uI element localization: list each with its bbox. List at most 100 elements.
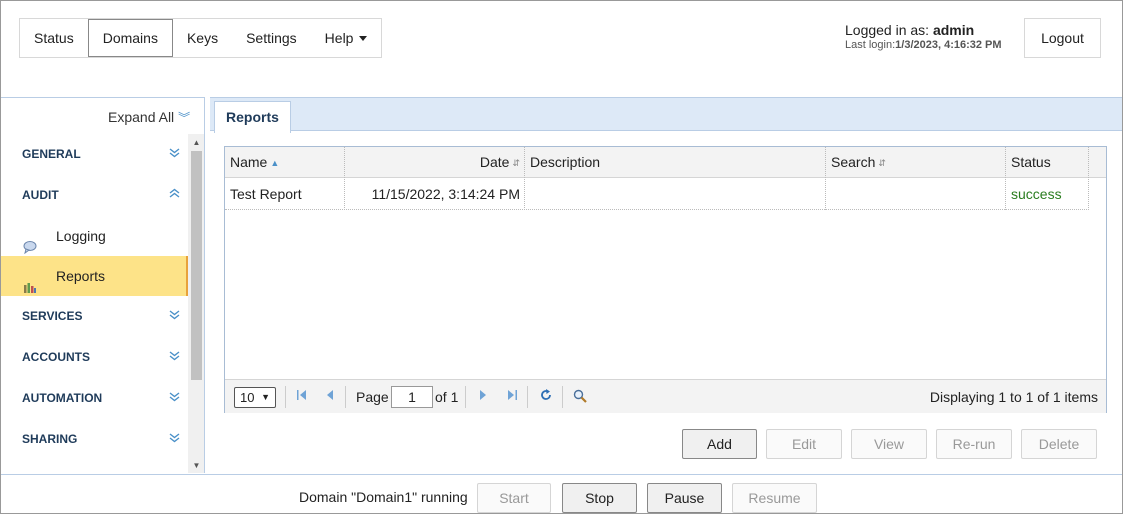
refresh-icon[interactable] xyxy=(540,389,552,404)
page-size-select[interactable]: 10 ▼ xyxy=(234,387,276,408)
menu-status[interactable]: Status xyxy=(20,19,88,57)
speech-bubble-icon xyxy=(23,229,37,255)
tab-bar: Reports xyxy=(210,97,1122,133)
last-login-prefix: Last login: xyxy=(845,39,896,51)
cell-search xyxy=(826,179,1006,210)
main-menu: Status Domains Keys Settings Help xyxy=(19,18,383,58)
caret-down-icon xyxy=(359,36,368,41)
reports-grid: Name ▲ Date ⇵ Description Search ⇵ Status T… xyxy=(224,146,1107,413)
next-page-icon[interactable] xyxy=(479,389,487,404)
last-page-icon[interactable] xyxy=(507,389,517,404)
main-content: Reports Name ▲ Date ⇵ Description Search ⇵ … xyxy=(210,97,1122,473)
double-chevron-down-icon xyxy=(169,378,180,419)
sidebar-section-general[interactable]: GENERAL xyxy=(1,134,188,175)
table-row[interactable]: Test Report 11/15/2022, 3:14:24 PM succe… xyxy=(225,179,1089,210)
separator xyxy=(562,386,563,408)
section-label: AUDIT xyxy=(22,188,59,202)
column-label: Description xyxy=(530,154,601,170)
double-chevron-down-icon: ︾ xyxy=(178,111,191,125)
page-number-input[interactable]: 1 xyxy=(391,386,433,408)
edit-button[interactable]: Edit xyxy=(766,429,842,459)
page-of-label: of 1 xyxy=(435,389,459,405)
column-label: Search xyxy=(831,154,876,170)
scrollbar-thumb[interactable] xyxy=(191,151,202,380)
sort-ascending-icon: ▲ xyxy=(270,158,280,168)
separator xyxy=(285,386,286,408)
cell-name: Test Report xyxy=(225,179,345,210)
sort-icon: ⇵ xyxy=(878,158,886,168)
first-page-icon[interactable] xyxy=(297,389,307,404)
separator xyxy=(465,386,466,408)
column-label: Date xyxy=(479,154,510,170)
previous-page-icon[interactable] xyxy=(326,389,334,404)
menu-help-label: Help xyxy=(324,30,354,46)
view-button[interactable]: View xyxy=(851,429,927,459)
sidebar-scrollbar[interactable]: ▲ ▼ xyxy=(188,134,204,473)
double-chevron-down-icon xyxy=(169,337,180,378)
grid-header: Name ▲ Date ⇵ Description Search ⇵ Status xyxy=(225,147,1106,178)
logged-in-line: Logged in as: admin xyxy=(845,22,1002,38)
double-chevron-down-icon xyxy=(169,134,180,175)
section-label: SHARING xyxy=(22,432,78,446)
bar-chart-icon xyxy=(23,269,37,293)
sidebar-section-automation[interactable]: AUTOMATION xyxy=(1,378,188,419)
menu-domains[interactable]: Domains xyxy=(87,19,173,57)
column-header-date[interactable]: Date ⇵ xyxy=(345,147,525,178)
double-chevron-up-icon xyxy=(169,175,180,216)
sidebar-section-sharing[interactable]: SHARING xyxy=(1,419,188,460)
username: admin xyxy=(932,22,975,38)
section-label: AUTOMATION xyxy=(22,391,103,405)
double-chevron-down-icon xyxy=(169,419,180,460)
column-header-status[interactable]: Status xyxy=(1006,147,1089,178)
logout-button[interactable]: Logout xyxy=(1024,18,1101,58)
cell-description xyxy=(525,179,826,210)
page-size-value: 10 xyxy=(240,390,255,405)
footer-bar: Domain "Domain1" running Start Stop Paus… xyxy=(0,474,1123,514)
expand-all-button[interactable]: Expand All ︾ xyxy=(108,109,190,126)
stop-button[interactable]: Stop xyxy=(562,483,637,513)
domain-status-text: Domain "Domain1" running xyxy=(299,489,468,505)
sidebar-item-logging[interactable]: Logging xyxy=(1,216,188,256)
column-label: Status xyxy=(1011,154,1051,170)
sidebar-item-label: Reports xyxy=(56,268,106,284)
cell-status: success xyxy=(1006,179,1089,210)
sidebar-item-label: Logging xyxy=(56,228,106,244)
scroll-up-arrow-icon[interactable]: ▲ xyxy=(188,134,204,151)
double-chevron-down-icon xyxy=(169,296,180,337)
menu-help[interactable]: Help xyxy=(311,19,382,57)
sidebar: Expand All ︾ GENERAL AUDIT Logging Report… xyxy=(1,97,205,473)
chevron-down-icon: ▼ xyxy=(261,392,270,402)
search-icon[interactable] xyxy=(573,389,587,406)
delete-button[interactable]: Delete xyxy=(1021,429,1097,459)
pagination-display-text: Displaying 1 to 1 of 1 items xyxy=(929,389,1098,405)
pause-button[interactable]: Pause xyxy=(647,483,722,513)
sidebar-section-accounts[interactable]: ACCOUNTS xyxy=(1,337,188,378)
start-button[interactable]: Start xyxy=(477,483,551,513)
menu-keys[interactable]: Keys xyxy=(173,19,232,57)
menu-settings[interactable]: Settings xyxy=(232,19,311,57)
sidebar-section-services[interactable]: SERVICES xyxy=(1,296,188,337)
cell-date: 11/15/2022, 3:14:24 PM xyxy=(345,179,525,210)
resume-button[interactable]: Resume xyxy=(732,483,817,513)
column-header-name[interactable]: Name ▲ xyxy=(225,147,345,178)
last-login-line: Last login:1/3/2023, 4:16:32 PM xyxy=(845,39,1002,51)
page-label: Page xyxy=(356,389,389,405)
section-label: GENERAL xyxy=(22,147,81,161)
logged-in-prefix: Logged in as: xyxy=(845,22,933,38)
add-button[interactable]: Add xyxy=(682,429,757,459)
pagination-bar: 10 ▼ Page 1 of 1 Displaying 1 to 1 of 1 i… xyxy=(225,379,1106,413)
column-header-description[interactable]: Description xyxy=(525,147,826,178)
column-label: Name xyxy=(230,154,268,170)
top-bar: Status Domains Keys Settings Help Logged… xyxy=(0,0,1123,97)
separator xyxy=(345,386,346,408)
column-header-search[interactable]: Search ⇵ xyxy=(826,147,1006,178)
expand-all-label: Expand All xyxy=(108,109,175,125)
rerun-button[interactable]: Re-run xyxy=(936,429,1012,459)
scroll-down-arrow-icon[interactable]: ▼ xyxy=(188,457,204,473)
tab-reports[interactable]: Reports xyxy=(214,101,291,133)
sort-icon: ⇵ xyxy=(512,158,520,168)
separator xyxy=(527,386,528,408)
sidebar-item-reports[interactable]: Reports xyxy=(1,256,188,296)
section-label: ACCOUNTS xyxy=(22,350,90,364)
sidebar-section-audit[interactable]: AUDIT xyxy=(1,175,188,216)
